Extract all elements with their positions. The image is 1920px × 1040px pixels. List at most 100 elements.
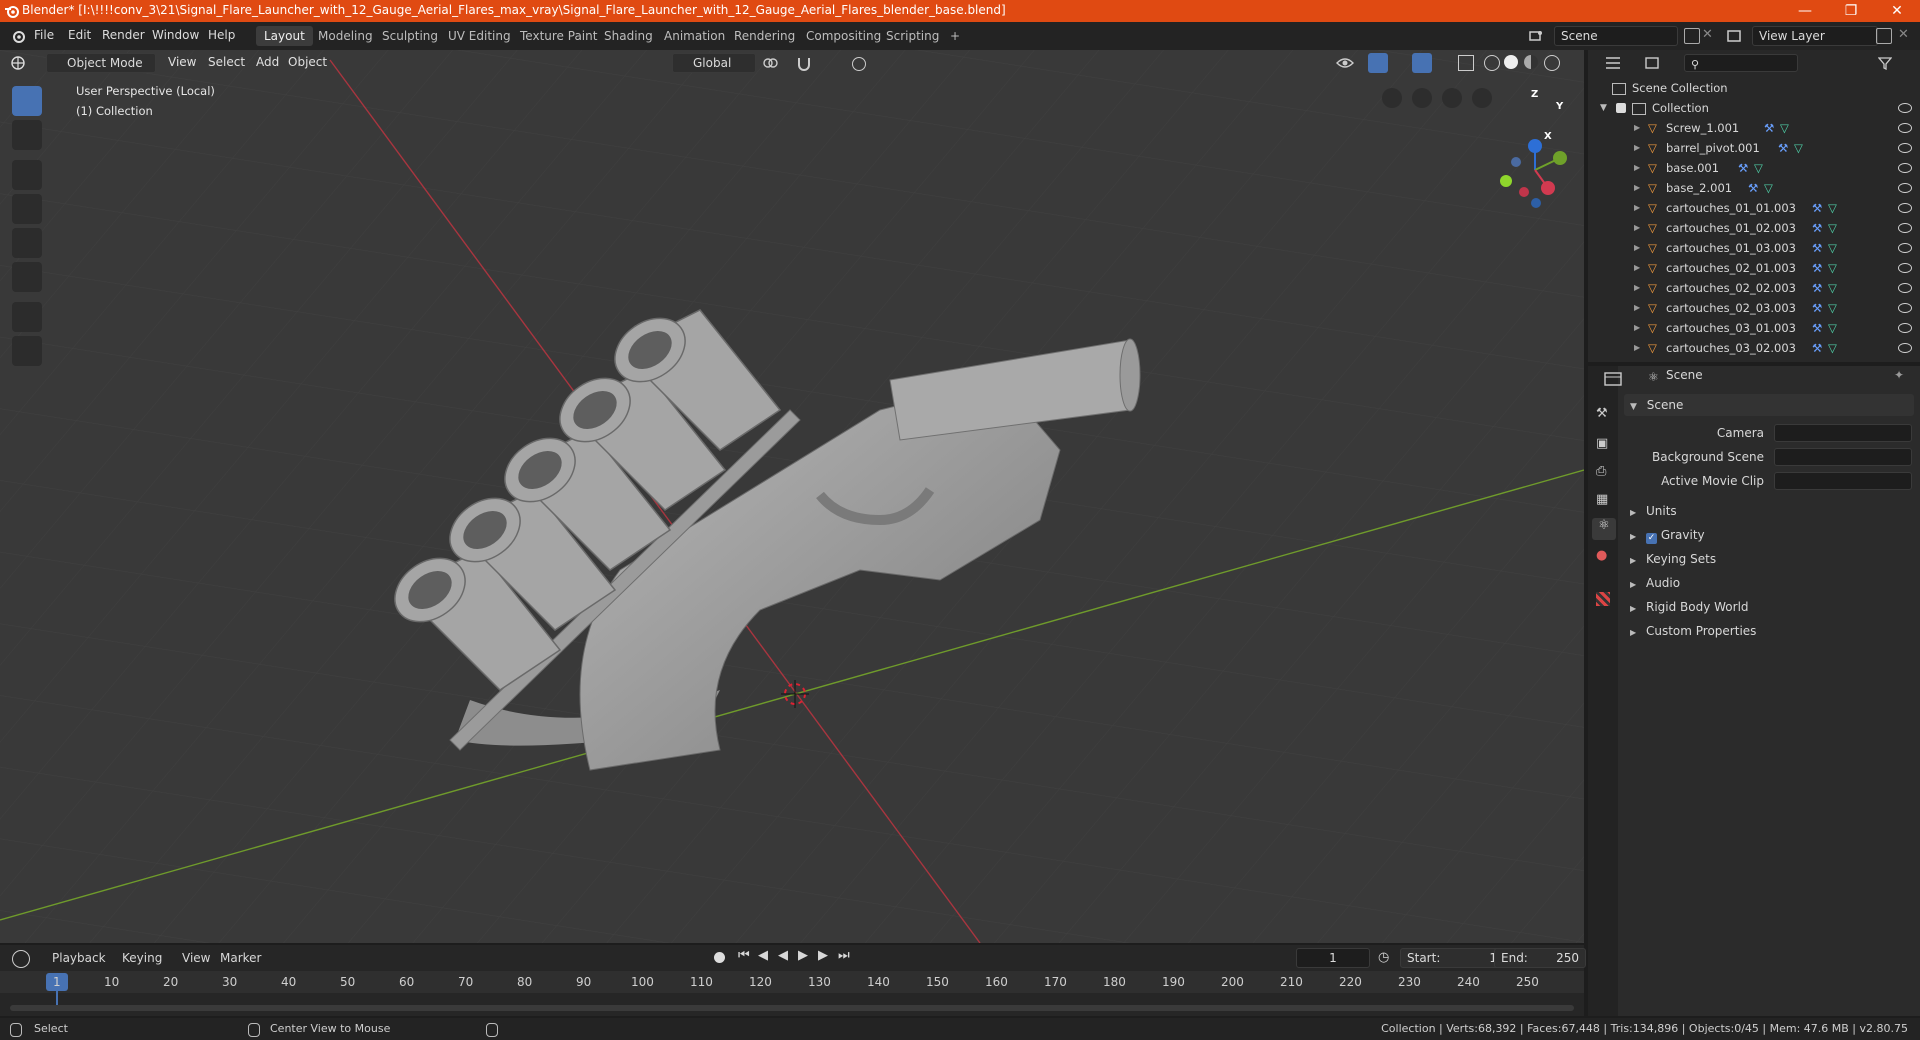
world-tab-icon[interactable]: ● (1596, 548, 1612, 564)
pivot-point-icon[interactable] (762, 55, 778, 71)
filter-icon[interactable] (1877, 56, 1893, 71)
outliner-item[interactable]: ▶ ▽ cartouches_02_02.003 ⚒ ▽ (1588, 278, 1920, 298)
proportional-editing-icon[interactable] (852, 57, 866, 71)
delete-view-layer-icon[interactable]: ✕ (1898, 27, 1909, 42)
custom-properties-section[interactable]: ▶ Custom Properties (1624, 620, 1914, 642)
outliner-search-input[interactable]: ⚲ (1684, 54, 1798, 72)
add-workspace-button[interactable]: + (942, 26, 968, 46)
timeline-editor-icon[interactable] (12, 950, 30, 968)
viewport-menu-select[interactable]: Select (208, 55, 245, 69)
outliner-editor-icon[interactable] (1604, 56, 1622, 70)
move-tool-icon[interactable] (12, 160, 42, 190)
texture-tab-icon[interactable] (1596, 592, 1610, 606)
menu-edit[interactable]: Edit (68, 28, 91, 42)
visibility-eye-icon[interactable] (1898, 223, 1912, 233)
end-frame-field[interactable]: End: 250 (1494, 948, 1586, 968)
item-expand-icon[interactable]: ▶ (1634, 338, 1640, 358)
tab-texture-paint[interactable]: Texture Paint (512, 26, 605, 46)
item-expand-icon[interactable]: ▶ (1634, 158, 1640, 178)
menu-file[interactable]: File (34, 28, 54, 42)
gizmo-z-label[interactable]: Z (1531, 89, 1538, 100)
modifier-wrench-icon[interactable]: ⚒ (1812, 318, 1822, 338)
snap-icon[interactable] (796, 55, 812, 71)
active-movie-clip-field[interactable] (1774, 472, 1912, 490)
view-layer-tab-icon[interactable]: ▦ (1596, 492, 1612, 508)
properties-editor-icon[interactable] (1604, 372, 1622, 386)
outliner-item[interactable]: ▶ ▽ cartouches_01_02.003 ⚒ ▽ (1588, 218, 1920, 238)
modifier-wrench-icon[interactable]: ⚒ (1812, 258, 1822, 278)
item-expand-icon[interactable]: ▶ (1634, 238, 1640, 258)
minimize-button[interactable]: — (1782, 0, 1828, 22)
modifier-wrench-icon[interactable]: ⚒ (1812, 198, 1822, 218)
outliner-item[interactable]: ▶ ▽ cartouches_01_03.003 ⚒ ▽ (1588, 238, 1920, 258)
item-expand-icon[interactable]: ▶ (1634, 278, 1640, 298)
visibility-icon[interactable] (1336, 55, 1354, 71)
scene-selector[interactable]: Scene (1554, 26, 1678, 46)
collection-visibility-eye-icon[interactable] (1898, 103, 1912, 113)
collection-expand-icon[interactable]: ▼ (1600, 98, 1607, 118)
timeline-menu-keying[interactable]: Keying (122, 951, 162, 965)
object-mode-dropdown[interactable]: Object Mode (46, 53, 156, 73)
view-layer-selector[interactable]: View Layer (1752, 26, 1878, 46)
outliner-item[interactable]: ▶ ▽ cartouches_02_03.003 ⚒ ▽ (1588, 298, 1920, 318)
delete-scene-icon[interactable]: ✕ (1702, 27, 1713, 42)
scene-section-header[interactable]: ▼ Scene (1624, 394, 1914, 416)
viewport-canvas[interactable] (0, 50, 1584, 943)
record-icon[interactable] (714, 952, 725, 963)
camera-field[interactable] (1774, 424, 1912, 442)
visibility-eye-icon[interactable] (1898, 183, 1912, 193)
audio-section[interactable]: ▶ Audio (1624, 572, 1914, 594)
3d-viewport[interactable]: Z Y X Object Mode View Select Add Object… (0, 50, 1584, 943)
visibility-eye-icon[interactable] (1898, 343, 1912, 353)
tab-animation[interactable]: Animation (656, 26, 733, 46)
keying-sets-section[interactable]: ▶ Keying Sets (1624, 548, 1914, 570)
maximize-button[interactable]: ❐ (1828, 0, 1874, 22)
timeline-menu-playback[interactable]: Playback (52, 951, 106, 965)
visibility-eye-icon[interactable] (1898, 303, 1912, 313)
cursor-tool-icon[interactable] (12, 120, 42, 150)
prev-keyframe-icon[interactable]: ◀ (758, 948, 768, 963)
display-mode-icon[interactable] (1644, 56, 1662, 70)
item-expand-icon[interactable]: ▶ (1634, 118, 1640, 138)
transform-tool-icon[interactable] (12, 262, 42, 292)
visibility-eye-icon[interactable] (1898, 283, 1912, 293)
menu-render[interactable]: Render (102, 28, 145, 42)
transform-orientation-dropdown[interactable]: Global (672, 53, 756, 73)
mesh-data-icon[interactable]: ▽ (1828, 278, 1837, 298)
tab-uv-editing[interactable]: UV Editing (440, 26, 519, 46)
units-section[interactable]: ▶ Units (1624, 500, 1914, 522)
tab-modeling[interactable]: Modeling (310, 26, 381, 46)
play-reverse-icon[interactable]: ◀ (778, 948, 788, 963)
tab-rendering[interactable]: Rendering (726, 26, 803, 46)
visibility-eye-icon[interactable] (1898, 243, 1912, 253)
outliner-item[interactable]: ▶ ▽ cartouches_03_02.003 ⚒ ▽ (1588, 338, 1920, 358)
next-keyframe-icon[interactable]: ▶ (818, 948, 828, 963)
annotate-tool-icon[interactable] (12, 302, 42, 332)
visibility-eye-icon[interactable] (1898, 163, 1912, 173)
current-frame-input[interactable]: 1 (1296, 948, 1370, 968)
outliner-item[interactable]: ▶ ▽ base_2.001 ⚒ ▽ (1588, 178, 1920, 198)
output-tab-icon[interactable]: ⎙ (1596, 464, 1612, 480)
use-preview-range-icon[interactable]: ◷ (1378, 950, 1389, 965)
mesh-data-icon[interactable]: ▽ (1754, 158, 1763, 178)
jump-start-icon[interactable]: ⏮ (738, 948, 750, 963)
play-icon[interactable]: ▶ (798, 948, 808, 963)
modifier-wrench-icon[interactable]: ⚒ (1748, 178, 1758, 198)
timeline-menu-view[interactable]: View (182, 951, 210, 965)
material-shading-icon[interactable] (1524, 55, 1538, 69)
start-frame-field[interactable]: Start: 1 (1400, 948, 1504, 968)
mesh-data-icon[interactable]: ▽ (1828, 218, 1837, 238)
tab-sculpting[interactable]: Sculpting (374, 26, 446, 46)
outliner-scene-collection[interactable]: Scene Collection (1588, 78, 1920, 98)
visibility-eye-icon[interactable] (1898, 263, 1912, 273)
item-expand-icon[interactable]: ▶ (1634, 318, 1640, 338)
blender-menu-icon[interactable] (10, 28, 26, 44)
close-button[interactable]: ✕ (1874, 0, 1920, 22)
mesh-data-icon[interactable]: ▽ (1828, 258, 1837, 278)
scene-tab-icon[interactable]: ⚛ (1592, 518, 1616, 540)
toggle-camera-grid-icon[interactable] (1382, 88, 1402, 108)
visibility-eye-icon[interactable] (1898, 123, 1912, 133)
tab-layout[interactable]: Layout (256, 26, 313, 46)
visibility-eye-icon[interactable] (1898, 143, 1912, 153)
modifier-wrench-icon[interactable]: ⚒ (1812, 338, 1822, 358)
